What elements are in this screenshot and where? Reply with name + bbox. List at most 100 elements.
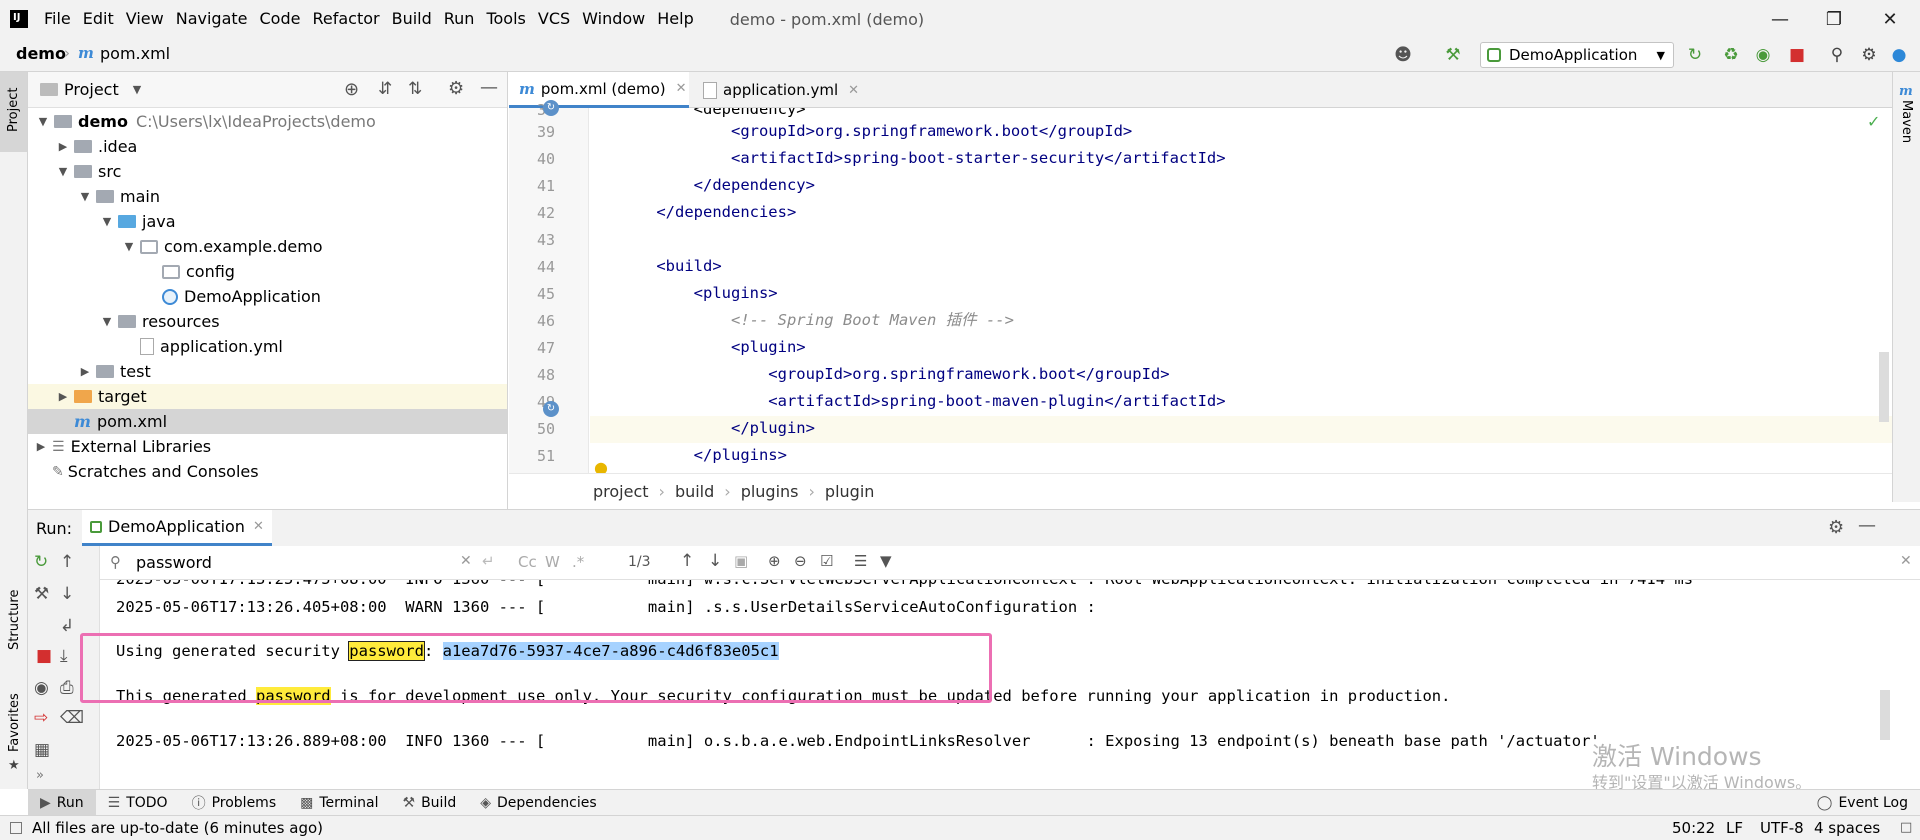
whole-words-toggle[interactable]: W [545,553,560,571]
select-all-matches-icon[interactable]: ☑ [820,552,833,570]
debug-icon[interactable]: ♻ [1720,44,1742,66]
run-tab-demoapplication[interactable]: DemoApplication ✕ [82,510,272,546]
line-separator[interactable]: LF [1726,819,1743,837]
tree-item-target[interactable]: ▶ target [28,384,507,409]
camera-icon[interactable]: ◉ [34,678,49,698]
tree-item-config[interactable]: config [28,259,507,284]
trash-icon[interactable]: ⌫ [60,708,84,728]
menu-file[interactable]: File [38,0,77,38]
code-area[interactable]: <dependency> <groupId>org.springframewor… [590,108,1892,474]
tool-tab-run[interactable]: ▶ Run [28,789,96,816]
menu-view[interactable]: View [120,0,170,38]
file-encoding[interactable]: UTF-8 [1760,819,1804,837]
maven-stripe-label[interactable]: Maven [1899,100,1914,143]
menu-build[interactable]: Build [386,0,438,38]
tool-tab-terminal[interactable]: ▩ Terminal [288,790,390,816]
tool-tab-problems[interactable]: ⓘ Problems [180,790,289,816]
maven-plugin-gutter-icon[interactable]: ↻ [543,401,559,417]
chevron-right-icon[interactable]: ▶ [56,390,70,403]
menu-edit[interactable]: Edit [77,0,120,38]
minimize-icon[interactable]: — [1752,0,1808,38]
collapse-all-icon[interactable]: ⇅ [408,79,422,99]
search-icon[interactable]: ⚲ [1826,44,1848,66]
select-all-occurrences-icon[interactable]: ▣ [734,552,748,570]
soft-wrap-icon[interactable]: ↲ [60,616,74,636]
structure-stripe-label[interactable]: Structure [7,590,22,650]
menu-navigate[interactable]: Navigate [170,0,254,38]
jetbrains-toolbox-icon[interactable]: ● [1888,44,1910,66]
chevron-right-icon[interactable]: ▶ [34,440,48,453]
menu-tools[interactable]: Tools [480,0,531,38]
tool-tab-build[interactable]: ⚒ Build [391,790,469,816]
clear-search-icon[interactable]: ✕ [460,553,472,569]
close-tab-icon[interactable]: ✕ [676,81,687,96]
close-tab-icon[interactable]: ✕ [253,519,264,534]
stop-icon[interactable]: ■ [36,646,52,666]
filter-lines-icon[interactable]: ☰ [854,552,867,570]
scroll-to-end-icon[interactable]: ⤓ [60,646,68,666]
coverage-icon[interactable]: ◉ [1752,44,1774,66]
tool-tab-todo[interactable]: ☰ TODO [96,790,180,816]
more-icon[interactable]: » [36,768,44,783]
regex-toggle[interactable]: .* [572,553,584,571]
indent-setting[interactable]: 4 spaces [1814,819,1880,837]
chevron-down-icon[interactable]: ▼ [78,190,92,203]
close-tab-icon[interactable]: ✕ [848,83,859,98]
chevron-down-icon[interactable]: ▼ [36,115,50,128]
match-case-toggle[interactable]: Cc [518,553,537,571]
tree-item-external-libraries[interactable]: ▶ ☰ External Libraries [28,434,507,459]
close-search-icon[interactable]: ✕ [1900,553,1912,569]
menu-help[interactable]: Help [651,0,699,38]
tree-item-application-yml[interactable]: application.yml [28,334,507,359]
stop-icon[interactable]: ■ [1786,44,1808,66]
hide-panel-icon[interactable]: — [480,77,498,98]
restore-icon[interactable]: ❐ [1806,0,1862,38]
wrench-icon[interactable]: ⚒ [34,584,49,604]
user-icon[interactable]: ☻ [1392,44,1414,66]
hide-panel-icon[interactable]: — [1858,515,1876,536]
tab-application-yml[interactable]: application.yml ✕ [695,72,875,108]
nav-project[interactable]: demo [16,44,66,63]
rerun-icon[interactable]: ↻ [34,552,48,572]
chevron-right-icon[interactable]: ▶ [78,365,92,378]
chevron-down-icon[interactable]: ▼ [122,240,136,253]
arrow-up-icon[interactable]: ↑ [60,552,74,572]
chevron-right-icon[interactable]: ▶ [56,140,70,153]
editor-scrollbar[interactable] [1879,352,1889,422]
console-scrollbar[interactable] [1880,690,1890,740]
expand-all-icon[interactable]: ⇵ [378,79,392,99]
favorites-stripe-label[interactable]: Favorites [7,693,22,752]
tree-item-src[interactable]: ▼ src [28,159,507,184]
project-view-title[interactable]: Project [64,80,119,99]
tree-item-scratches[interactable]: ✎ Scratches and Consoles [28,459,507,484]
tree-item-pom-xml[interactable]: m pom.xml [28,409,507,434]
print-icon[interactable]: ⎙ [60,678,74,698]
no-problems-check-icon[interactable]: ✓ [1867,112,1880,131]
tree-item-main[interactable]: ▼ main [28,184,507,209]
tree-item-java[interactable]: ▼ java [28,209,507,234]
menu-vcs[interactable]: VCS [532,0,576,38]
tree-item-package[interactable]: ▼ com.example.demo [28,234,507,259]
previous-match-icon[interactable]: ↑ [680,551,694,571]
tree-item-resources[interactable]: ▼ resources [28,309,507,334]
tree-item-idea[interactable]: ▶ .idea [28,134,507,159]
run-config-select[interactable]: DemoApplication ▼ [1480,42,1674,68]
locate-file-icon[interactable]: ⊕ [344,79,359,100]
chevron-down-icon[interactable]: ▼ [100,315,114,328]
caret-position[interactable]: 50:22 [1672,819,1715,837]
tree-item-demo[interactable]: ▼ demo C:\Users\lx\IdeaProjects\demo [28,109,507,134]
filter-icon[interactable]: ▼ [880,552,892,570]
menu-run[interactable]: Run [438,0,481,38]
tree-item-demoapplication[interactable]: DemoApplication [28,284,507,309]
remove-occurrence-icon[interactable]: ⊖ [794,552,807,570]
gear-icon[interactable]: ⚙ [448,78,464,99]
close-window-icon[interactable]: ✕ [1862,0,1918,38]
arrow-down-icon[interactable]: ↓ [60,584,74,604]
settings-gear-icon[interactable]: ⚙ [1858,44,1880,66]
chevron-down-icon[interactable]: ▼ [100,215,114,228]
chevron-down-icon[interactable]: ▼ [56,165,70,178]
gear-icon[interactable]: ⚙ [1828,517,1844,538]
nav-file[interactable]: pom.xml [100,44,170,63]
menu-code[interactable]: Code [254,0,307,38]
build-hammer-icon[interactable]: ⚒ [1442,44,1464,66]
